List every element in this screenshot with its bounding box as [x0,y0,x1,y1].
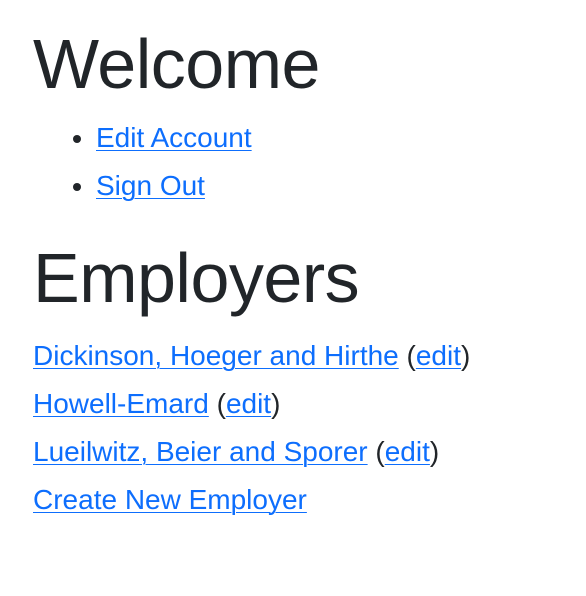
create-new-employer-link[interactable]: Create New Employer [33,484,307,515]
open-paren: ( [406,340,416,371]
sign-out-link[interactable]: Sign Out [96,170,205,201]
employers-list: Dickinson, Hoeger and Hirthe (edit) Howe… [33,332,586,524]
employer-row: Lueilwitz, Beier and Sporer (edit) [33,428,586,476]
employers-section: Employers Dickinson, Hoeger and Hirthe (… [33,236,586,524]
list-item: Edit Account [96,114,586,162]
close-paren: ) [461,340,471,371]
employer-row: Dickinson, Hoeger and Hirthe (edit) [33,332,586,380]
list-item: Sign Out [96,162,586,210]
employers-heading: Employers [33,239,360,317]
close-paren: ) [429,436,440,467]
edit-employer-link[interactable]: edit [226,388,271,419]
account-links-list: Edit Account Sign Out [33,114,586,210]
employer-link[interactable]: Howell-Emard [33,388,209,419]
create-employer-row: Create New Employer [33,476,586,524]
edit-account-link[interactable]: Edit Account [96,122,252,153]
open-paren: ( [375,436,385,467]
employer-link[interactable]: Lueilwitz, Beier and Sporer [33,436,368,467]
open-paren: ( [216,388,226,419]
employer-row: Howell-Emard (edit) [33,380,586,428]
edit-employer-link[interactable]: edit [416,340,461,371]
employer-link[interactable]: Dickinson, Hoeger and Hirthe [33,340,399,371]
page: Welcome Edit Account Sign Out Employers … [0,0,586,524]
close-paren: ) [271,388,281,419]
welcome-heading: Welcome [33,25,320,103]
edit-employer-link[interactable]: edit [385,436,430,467]
